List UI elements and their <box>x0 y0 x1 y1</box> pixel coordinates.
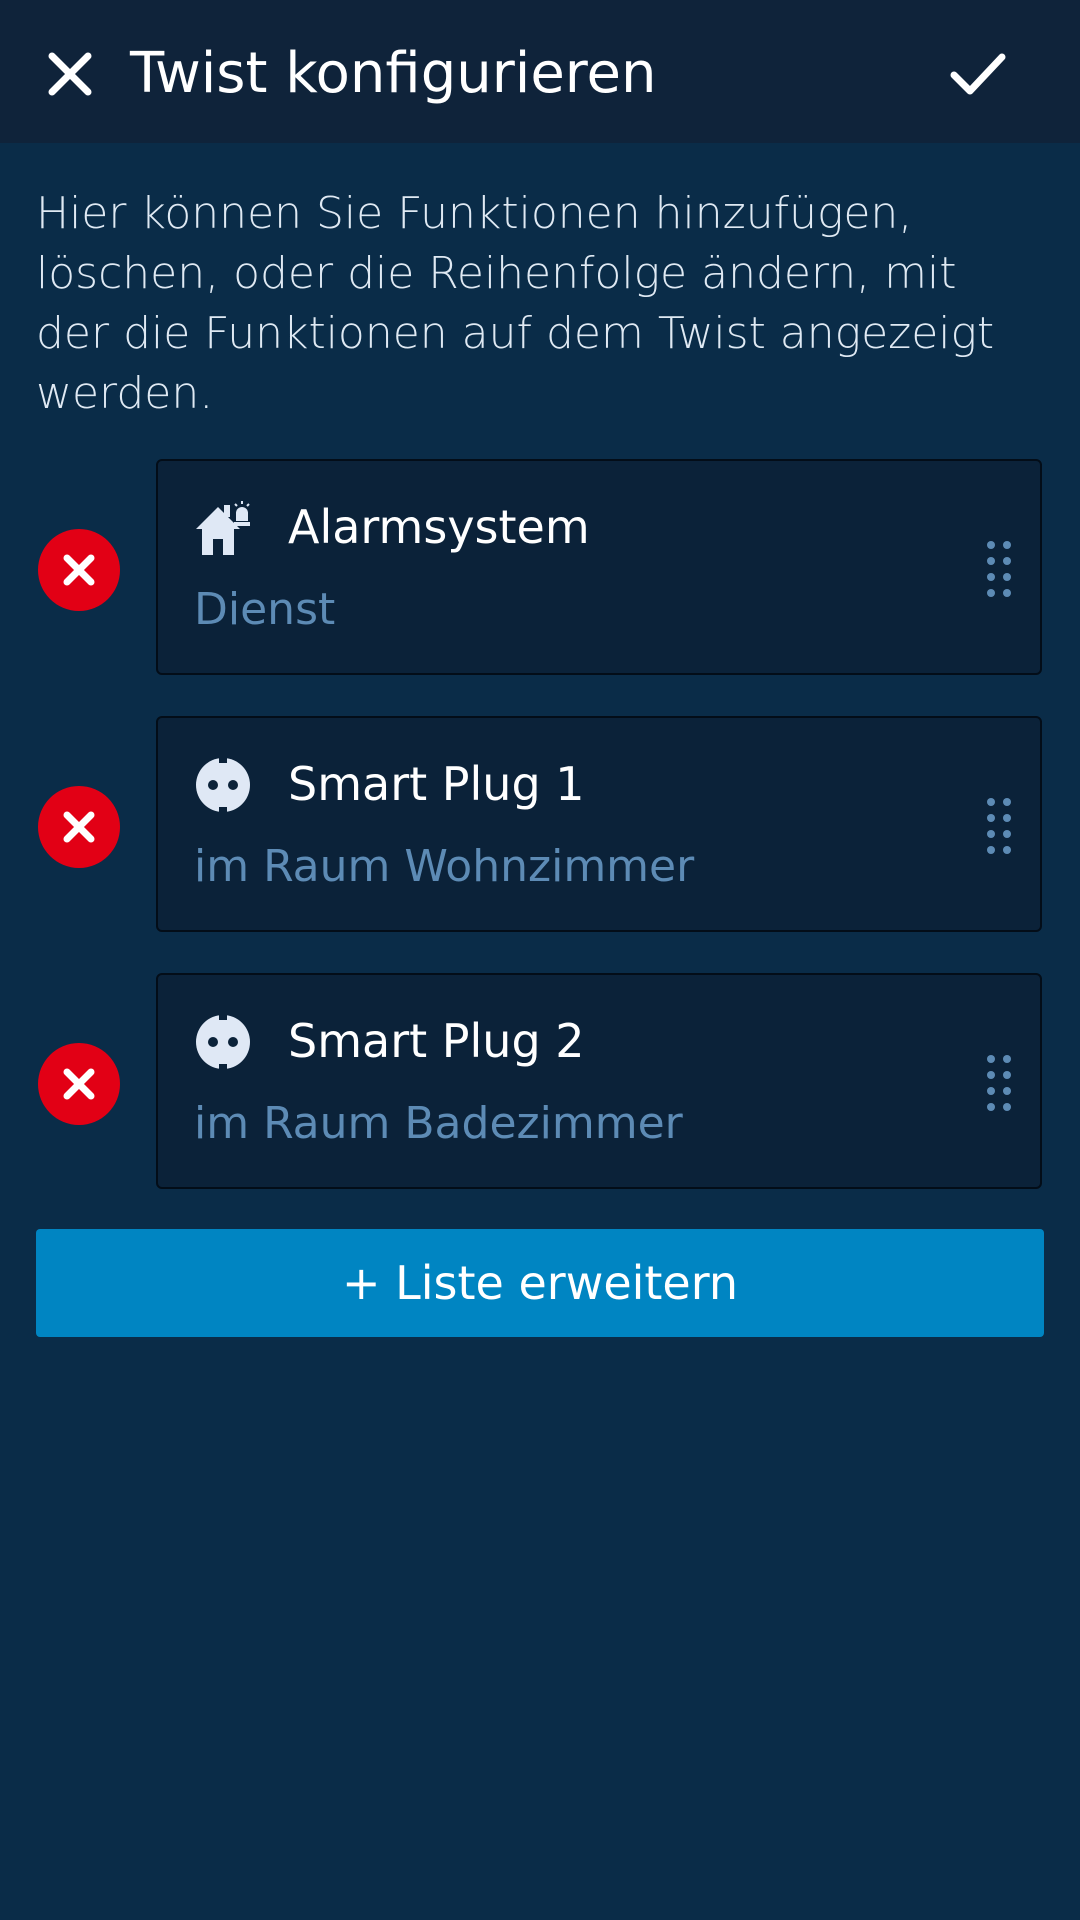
drag-handle-icon[interactable] <box>984 796 1014 856</box>
list-item: Smart Plug 2 im Raum Badezimmer <box>0 973 1080 1193</box>
item-subtitle: im Raum Badezimmer <box>194 1098 683 1149</box>
add-to-list-button[interactable]: + Liste erweitern <box>36 1229 1044 1337</box>
remove-item-button[interactable] <box>38 1043 120 1125</box>
item-name: Smart Plug 1 <box>288 757 585 811</box>
item-subtitle: Dienst <box>194 584 336 635</box>
check-icon <box>950 53 1006 95</box>
drag-handle-icon[interactable] <box>984 1053 1014 1113</box>
item-name: Smart Plug 2 <box>288 1014 585 1068</box>
drag-handle-icon[interactable] <box>984 539 1014 599</box>
close-button[interactable] <box>34 38 106 110</box>
description-text: Hier können Sie Funktionen hinzufügen, l… <box>36 188 995 419</box>
plug-icon <box>194 1013 252 1071</box>
app-bar: Twist konfigurieren <box>0 0 1080 143</box>
list-item: Alarmsystem Dienst <box>0 459 1080 679</box>
function-card[interactable]: Smart Plug 1 im Raum Wohnzimmer <box>156 716 1042 932</box>
page-title: Twist konfigurieren <box>130 41 657 106</box>
item-subtitle: im Raum Wohnzimmer <box>194 841 695 892</box>
close-icon <box>48 52 92 96</box>
function-card[interactable]: Smart Plug 2 im Raum Badezimmer <box>156 973 1042 1189</box>
remove-item-button[interactable] <box>38 786 120 868</box>
remove-item-button[interactable] <box>38 529 120 611</box>
remove-icon <box>63 1068 95 1100</box>
list-item: Smart Plug 1 im Raum Wohnzimmer <box>0 716 1080 936</box>
confirm-button[interactable] <box>940 38 1016 110</box>
remove-icon <box>63 554 95 586</box>
function-card[interactable]: Alarmsystem Dienst <box>156 459 1042 675</box>
alarm-house-icon <box>194 499 252 557</box>
plug-icon <box>194 756 252 814</box>
item-name: Alarmsystem <box>288 500 590 554</box>
remove-icon <box>63 811 95 843</box>
